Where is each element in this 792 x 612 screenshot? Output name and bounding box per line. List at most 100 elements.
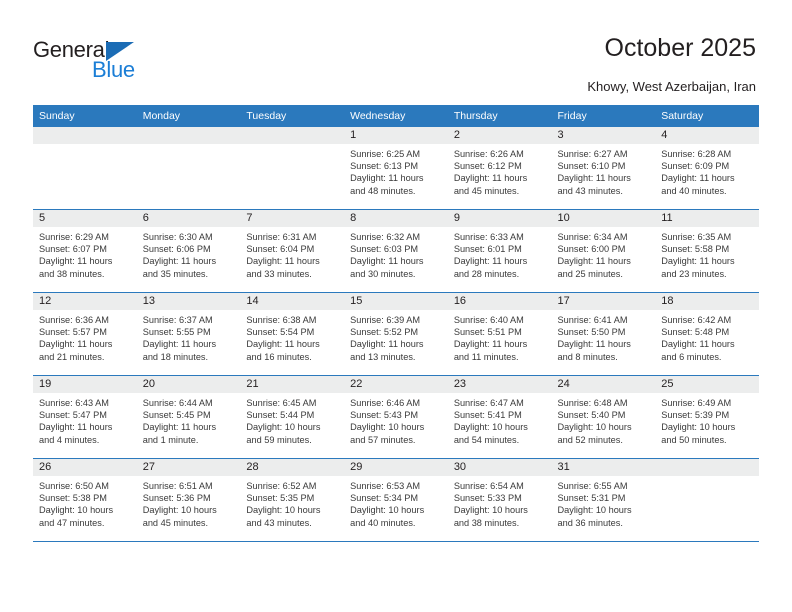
day-number: 3 [551,127,656,144]
calendar-day-cell[interactable]: 27 Sunrise: 6:51 AM Sunset: 5:36 PM Dayligh… [136,458,241,542]
daylight-text-line1: Daylight: 10 hours [39,505,114,516]
calendar-day-cell[interactable]: 22 Sunrise: 6:46 AM Sunset: 5:43 PM Dayligh… [344,375,448,459]
calendar-day-cell[interactable]: 19 Sunrise: 6:43 AM Sunset: 5:47 PM Dayligh… [33,375,137,459]
calendar-week-row: 12 Sunrise: 6:36 AM Sunset: 5:57 PM Dayligh… [33,292,759,376]
sunset-text: Sunset: 5:50 PM [557,327,626,338]
sunset-text: Sunset: 5:51 PM [453,327,522,338]
calendar-day-cell[interactable]: 3 Sunrise: 6:27 AM Sunset: 6:10 PM Daylight… [551,127,656,210]
day-number: 7 [240,210,345,227]
calendar-week-row: 5 Sunrise: 6:29 AM Sunset: 6:07 PM Daylight… [33,209,759,293]
sunset-text: Sunset: 5:52 PM [350,327,419,338]
sunrise-text: Sunrise: 6:35 AM [661,232,732,242]
calendar-day-cell[interactable]: 23 Sunrise: 6:47 AM Sunset: 5:41 PM Dayligh… [447,375,552,459]
day-number: 15 [344,293,448,310]
daylight-text-line2: and 43 minutes. [557,185,623,196]
sunset-text: Sunset: 5:55 PM [142,327,211,338]
weekday-header-sunday: Sunday [33,105,137,127]
calendar-day-cell[interactable]: 26 Sunrise: 6:50 AM Sunset: 5:38 PM Dayligh… [33,458,137,542]
calendar-day-cell[interactable]: 6 Sunrise: 6:30 AM Sunset: 6:06 PM Daylight… [136,209,241,293]
calendar-day-cell[interactable]: 8 Sunrise: 6:32 AM Sunset: 6:03 PM Daylight… [344,209,448,293]
calendar-day-cell[interactable]: 14 Sunrise: 6:38 AM Sunset: 5:54 PM Dayligh… [240,292,345,376]
calendar-day-cell[interactable]: 2 Sunrise: 6:26 AM Sunset: 6:12 PM Daylight… [447,127,552,210]
daylight-text-line1: Daylight: 11 hours [661,256,735,267]
sunset-text: Sunset: 6:13 PM [350,161,419,172]
sunrise-text: Sunrise: 6:53 AM [350,481,421,491]
calendar-day-cell[interactable]: 11 Sunrise: 6:35 AM Sunset: 5:58 PM Dayligh… [655,209,759,293]
calendar-body: 1 Sunrise: 6:25 AM Sunset: 6:13 PM Daylight… [33,127,759,542]
daylight-text-line1: Daylight: 11 hours [39,256,113,267]
daylight-text-line2: and 38 minutes. [39,268,105,279]
weekday-header-monday: Monday [136,105,241,127]
calendar-week-row: 19 Sunrise: 6:43 AM Sunset: 5:47 PM Dayligh… [33,375,759,459]
sunset-text: Sunset: 5:58 PM [661,244,730,255]
day-number: 28 [240,459,345,476]
calendar-day-cell[interactable]: 28 Sunrise: 6:52 AM Sunset: 5:35 PM Dayligh… [240,458,345,542]
sunrise-text: Sunrise: 6:40 AM [453,315,524,325]
sunrise-text: Sunrise: 6:41 AM [557,315,628,325]
sunrise-text: Sunrise: 6:26 AM [453,149,524,159]
daylight-text-line1: Daylight: 11 hours [557,339,631,350]
daylight-text-line1: Daylight: 11 hours [557,173,631,184]
calendar-day-cell[interactable]: 16 Sunrise: 6:40 AM Sunset: 5:51 PM Dayligh… [447,292,552,376]
day-number: 23 [447,376,552,393]
logo-text-blue: Blue [92,57,135,82]
daylight-text-line1: Daylight: 11 hours [350,339,424,350]
day-number: 19 [33,376,137,393]
daylight-text-line1: Daylight: 11 hours [453,339,528,350]
calendar-day-cell[interactable]: 24 Sunrise: 6:48 AM Sunset: 5:40 PM Dayligh… [551,375,656,459]
calendar-day-cell[interactable]: 5 Sunrise: 6:29 AM Sunset: 6:07 PM Daylight… [33,209,137,293]
daylight-text-line2: and 36 minutes. [557,517,623,528]
calendar-day-cell[interactable]: 31 Sunrise: 6:55 AM Sunset: 5:31 PM Dayligh… [551,458,656,542]
day-details: Sunrise: 6:31 AM Sunset: 6:04 PM Daylight:… [240,227,344,280]
daylight-text-line1: Daylight: 11 hours [557,256,631,267]
daylight-text-line1: Daylight: 10 hours [557,422,632,433]
calendar-day-cell[interactable]: 4 Sunrise: 6:28 AM Sunset: 6:09 PM Daylight… [655,127,759,210]
day-number: 4 [655,127,759,144]
sunrise-text: Sunrise: 6:29 AM [39,232,109,242]
calendar-day-cell[interactable]: 29 Sunrise: 6:53 AM Sunset: 5:34 PM Dayligh… [344,458,448,542]
sunrise-text: Sunrise: 6:49 AM [661,398,732,408]
sunset-text: Sunset: 5:48 PM [661,327,730,338]
calendar-day-cell[interactable]: 21 Sunrise: 6:45 AM Sunset: 5:44 PM Dayligh… [240,375,345,459]
calendar-day-cell[interactable]: 15 Sunrise: 6:39 AM Sunset: 5:52 PM Dayligh… [344,292,448,376]
sunset-text: Sunset: 5:33 PM [453,493,522,504]
calendar-day-cell[interactable]: 25 Sunrise: 6:49 AM Sunset: 5:39 PM Dayligh… [655,375,759,459]
daylight-text-line2: and 6 minutes. [661,351,722,362]
sunrise-text: Sunrise: 6:44 AM [142,398,213,408]
day-details: Sunrise: 6:30 AM Sunset: 6:06 PM Daylight:… [137,227,241,280]
calendar-day-cell[interactable]: 9 Sunrise: 6:33 AM Sunset: 6:01 PM Daylight… [447,209,552,293]
calendar-day-cell[interactable]: 10 Sunrise: 6:34 AM Sunset: 6:00 PM Dayligh… [551,209,656,293]
sunset-text: Sunset: 6:03 PM [350,244,419,255]
day-details: Sunrise: 6:32 AM Sunset: 6:03 PM Daylight:… [344,227,448,280]
calendar-day-cell[interactable]: 1 Sunrise: 6:25 AM Sunset: 6:13 PM Daylight… [344,127,448,210]
calendar-day-cell-empty [136,127,241,210]
day-details: Sunrise: 6:38 AM Sunset: 5:54 PM Daylight:… [240,310,344,363]
day-number: 29 [344,459,448,476]
day-number: 1 [344,127,448,144]
sunrise-text: Sunrise: 6:25 AM [350,149,421,159]
calendar-day-cell[interactable]: 12 Sunrise: 6:36 AM Sunset: 5:57 PM Dayligh… [33,292,137,376]
daylight-text-line2: and 4 minutes. [39,434,100,445]
daylight-text-line1: Daylight: 11 hours [661,173,735,184]
calendar-day-cell[interactable]: 17 Sunrise: 6:41 AM Sunset: 5:50 PM Dayligh… [551,292,656,376]
calendar-day-cell[interactable]: 18 Sunrise: 6:42 AM Sunset: 5:48 PM Dayligh… [655,292,759,376]
daylight-text-line1: Daylight: 10 hours [453,505,528,516]
daylight-text-line2: and 57 minutes. [350,434,416,445]
sunset-text: Sunset: 5:45 PM [142,410,211,421]
daylight-text-line2: and 13 minutes. [350,351,416,362]
day-details: Sunrise: 6:35 AM Sunset: 5:58 PM Daylight:… [655,227,759,280]
sunrise-text: Sunrise: 6:43 AM [39,398,109,408]
daylight-text-line1: Daylight: 11 hours [350,256,424,267]
sunset-text: Sunset: 6:00 PM [557,244,626,255]
day-number: 21 [240,376,345,393]
calendar-day-cell[interactable]: 13 Sunrise: 6:37 AM Sunset: 5:55 PM Dayligh… [136,292,241,376]
day-number: 26 [33,459,137,476]
day-number: 31 [551,459,656,476]
calendar-day-cell[interactable]: 30 Sunrise: 6:54 AM Sunset: 5:33 PM Dayligh… [447,458,552,542]
sunrise-text: Sunrise: 6:31 AM [246,232,317,242]
calendar-day-cell[interactable]: 20 Sunrise: 6:44 AM Sunset: 5:45 PM Dayligh… [136,375,241,459]
calendar-day-cell[interactable]: 7 Sunrise: 6:31 AM Sunset: 6:04 PM Daylight… [240,209,345,293]
day-number: 30 [447,459,552,476]
sunrise-text: Sunrise: 6:54 AM [453,481,524,491]
daylight-text-line2: and 40 minutes. [350,517,416,528]
